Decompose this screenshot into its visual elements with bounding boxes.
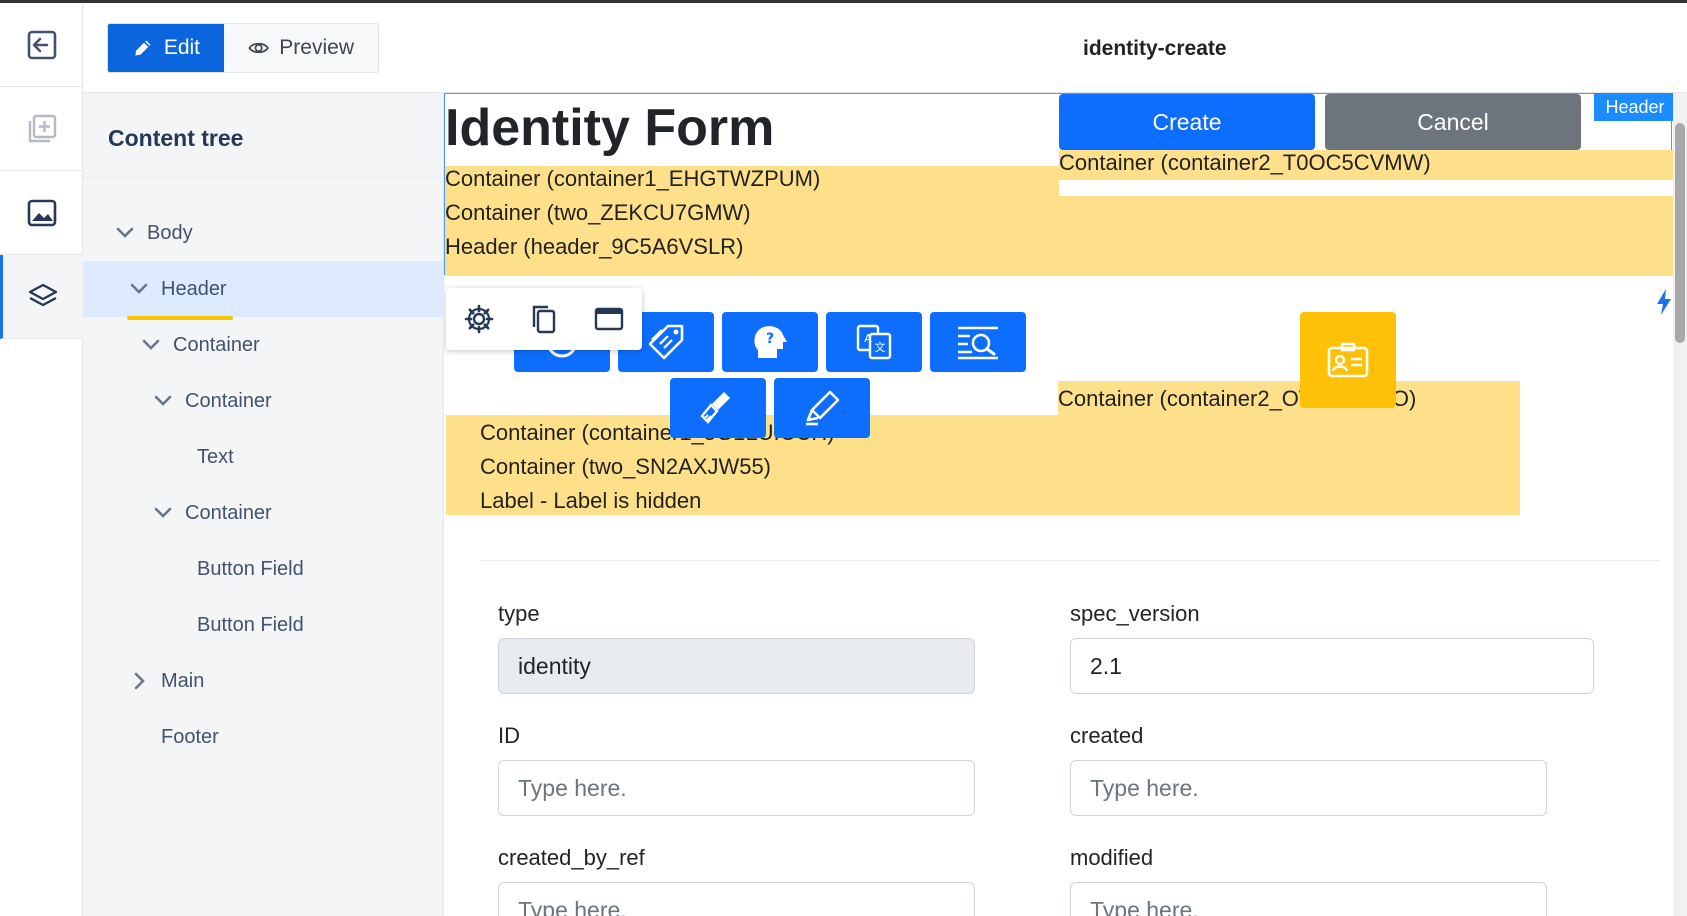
cancel-button[interactable]: Cancel	[1325, 94, 1581, 150]
tree-item-label: Button Field	[197, 557, 304, 580]
chevron-down-icon[interactable]	[151, 389, 175, 413]
field-label-created: created	[1070, 723, 1144, 748]
container-label: Container (two_SN2AXJW55)	[480, 454, 772, 479]
field-label-type: type	[498, 601, 540, 626]
header-component[interactable]: Identity Form Container (container1_EHGT…	[444, 93, 1673, 276]
pencil-icon	[135, 40, 151, 56]
created-by-ref-field[interactable]: Type here.	[498, 882, 975, 916]
exit-icon	[27, 30, 56, 59]
tree-item-header[interactable]: Header	[83, 261, 443, 317]
container-gap	[1059, 180, 1673, 196]
tree-item-body[interactable]: Body	[83, 205, 443, 261]
form-title: Identity Form	[445, 99, 775, 157]
layers-button[interactable]	[0, 255, 83, 339]
icon-rail	[0, 3, 83, 916]
add-component-button[interactable]	[0, 87, 83, 171]
container-label: Container (container2_T0OC5CVMW)	[1059, 150, 1431, 175]
copy-icon[interactable]	[528, 303, 560, 335]
scrollbar-thumb[interactable]	[1675, 123, 1685, 343]
content-tree-title: Content tree	[83, 93, 443, 178]
add-layer-icon	[28, 114, 56, 142]
container-label: Container (two_ZEKCU7GMW)	[445, 200, 751, 225]
spec-version-field[interactable]: 2.1	[1070, 638, 1594, 694]
preview-mode-button[interactable]: Preview	[224, 24, 378, 72]
chevron-down-icon[interactable]	[127, 277, 151, 301]
page-name: identity-create	[1083, 37, 1227, 60]
icon-tile[interactable]	[930, 312, 1026, 372]
content-tree-panel: Content tree Body Header Container Conta…	[83, 93, 444, 916]
id-field[interactable]: Type here.	[498, 760, 975, 816]
canvas-scrollbar[interactable]	[1673, 93, 1687, 916]
chevron-down-icon[interactable]	[113, 221, 137, 245]
tree-item-label: Button Field	[197, 613, 304, 636]
icon-tile[interactable]	[774, 378, 870, 438]
header-label: Header (header_9C5A6VSLR)	[445, 234, 744, 259]
eye-icon	[248, 42, 269, 54]
edit-mode-button[interactable]: Edit	[108, 24, 224, 72]
editor-canvas: Identity Form Container (container1_EHGT…	[444, 93, 1687, 916]
window-icon[interactable]	[593, 303, 625, 335]
tree-item-label: Body	[147, 221, 193, 244]
tree-item-label: Text	[197, 445, 234, 468]
brush-icon	[700, 392, 730, 424]
head-question-icon: ?	[754, 326, 787, 358]
chevron-down-icon[interactable]	[151, 501, 175, 525]
top-toolbar: Edit Preview identity-create	[83, 3, 1687, 93]
tree-item-label: Container	[185, 501, 272, 524]
tree-item-footer[interactable]: Footer	[83, 709, 443, 765]
media-button[interactable]	[0, 171, 83, 255]
create-button[interactable]: Create	[1059, 94, 1315, 150]
component-toolbar	[446, 288, 642, 350]
icon-tile[interactable]: A 文	[826, 312, 922, 372]
exit-button[interactable]	[0, 3, 83, 87]
tree-item-container[interactable]: Container	[83, 485, 443, 541]
field-label-created-by-ref: created_by_ref	[498, 845, 645, 870]
tree-item-container[interactable]: Container	[83, 373, 443, 429]
lightning-icon[interactable]	[1655, 288, 1673, 316]
preview-mode-label: Preview	[279, 36, 354, 59]
tree-item-label: Header	[161, 277, 227, 300]
created-field[interactable]: Type here.	[1070, 760, 1547, 816]
field-label-modified: modified	[1070, 845, 1154, 870]
tree-item-text[interactable]: Text	[83, 429, 443, 485]
section-divider	[480, 560, 1660, 561]
field-label-id: ID	[498, 723, 520, 748]
search-list-icon	[958, 326, 998, 360]
tree-item-label: Main	[161, 669, 205, 692]
gear-icon[interactable]	[463, 303, 495, 335]
selection-underline	[127, 316, 233, 320]
tag-icon	[648, 324, 684, 360]
tree-item-main[interactable]: Main	[83, 653, 443, 709]
modified-field[interactable]: Type here.	[1070, 882, 1547, 916]
layers-icon	[28, 283, 58, 306]
container-label: Container (container1_EHGTWZPUM)	[445, 166, 821, 191]
chevron-down-icon[interactable]	[139, 333, 163, 357]
type-field[interactable]: identity	[498, 638, 975, 694]
field-label-spec-version: spec_version	[1070, 601, 1200, 626]
label-hidden-text: Label - Label is hidden	[480, 488, 702, 513]
svg-text:A: A	[864, 332, 872, 345]
tree-item-button-field[interactable]: Button Field	[83, 597, 443, 653]
tree-item-label: Container	[185, 389, 272, 412]
image-icon	[27, 199, 56, 226]
chevron-right-icon[interactable]	[127, 669, 151, 693]
edit-mode-label: Edit	[163, 36, 200, 59]
tree-item-label: Footer	[161, 725, 219, 748]
translate-icon: A 文	[856, 324, 892, 360]
svg-text:文: 文	[875, 340, 886, 354]
svg-text:?: ?	[766, 331, 774, 347]
icon-tile[interactable]	[670, 378, 766, 438]
highlighter-icon	[806, 390, 840, 426]
mode-switch: Edit Preview	[107, 23, 379, 73]
tree-item-button-field[interactable]: Button Field	[83, 541, 443, 597]
icon-tile[interactable]: ?	[722, 312, 818, 372]
icon-tile-warning[interactable]	[1300, 312, 1396, 408]
tree-item-label: Container	[173, 333, 260, 356]
component-tag: Header	[1594, 93, 1676, 121]
id-card-icon	[1327, 342, 1369, 378]
tree-item-container[interactable]: Container	[83, 317, 443, 373]
